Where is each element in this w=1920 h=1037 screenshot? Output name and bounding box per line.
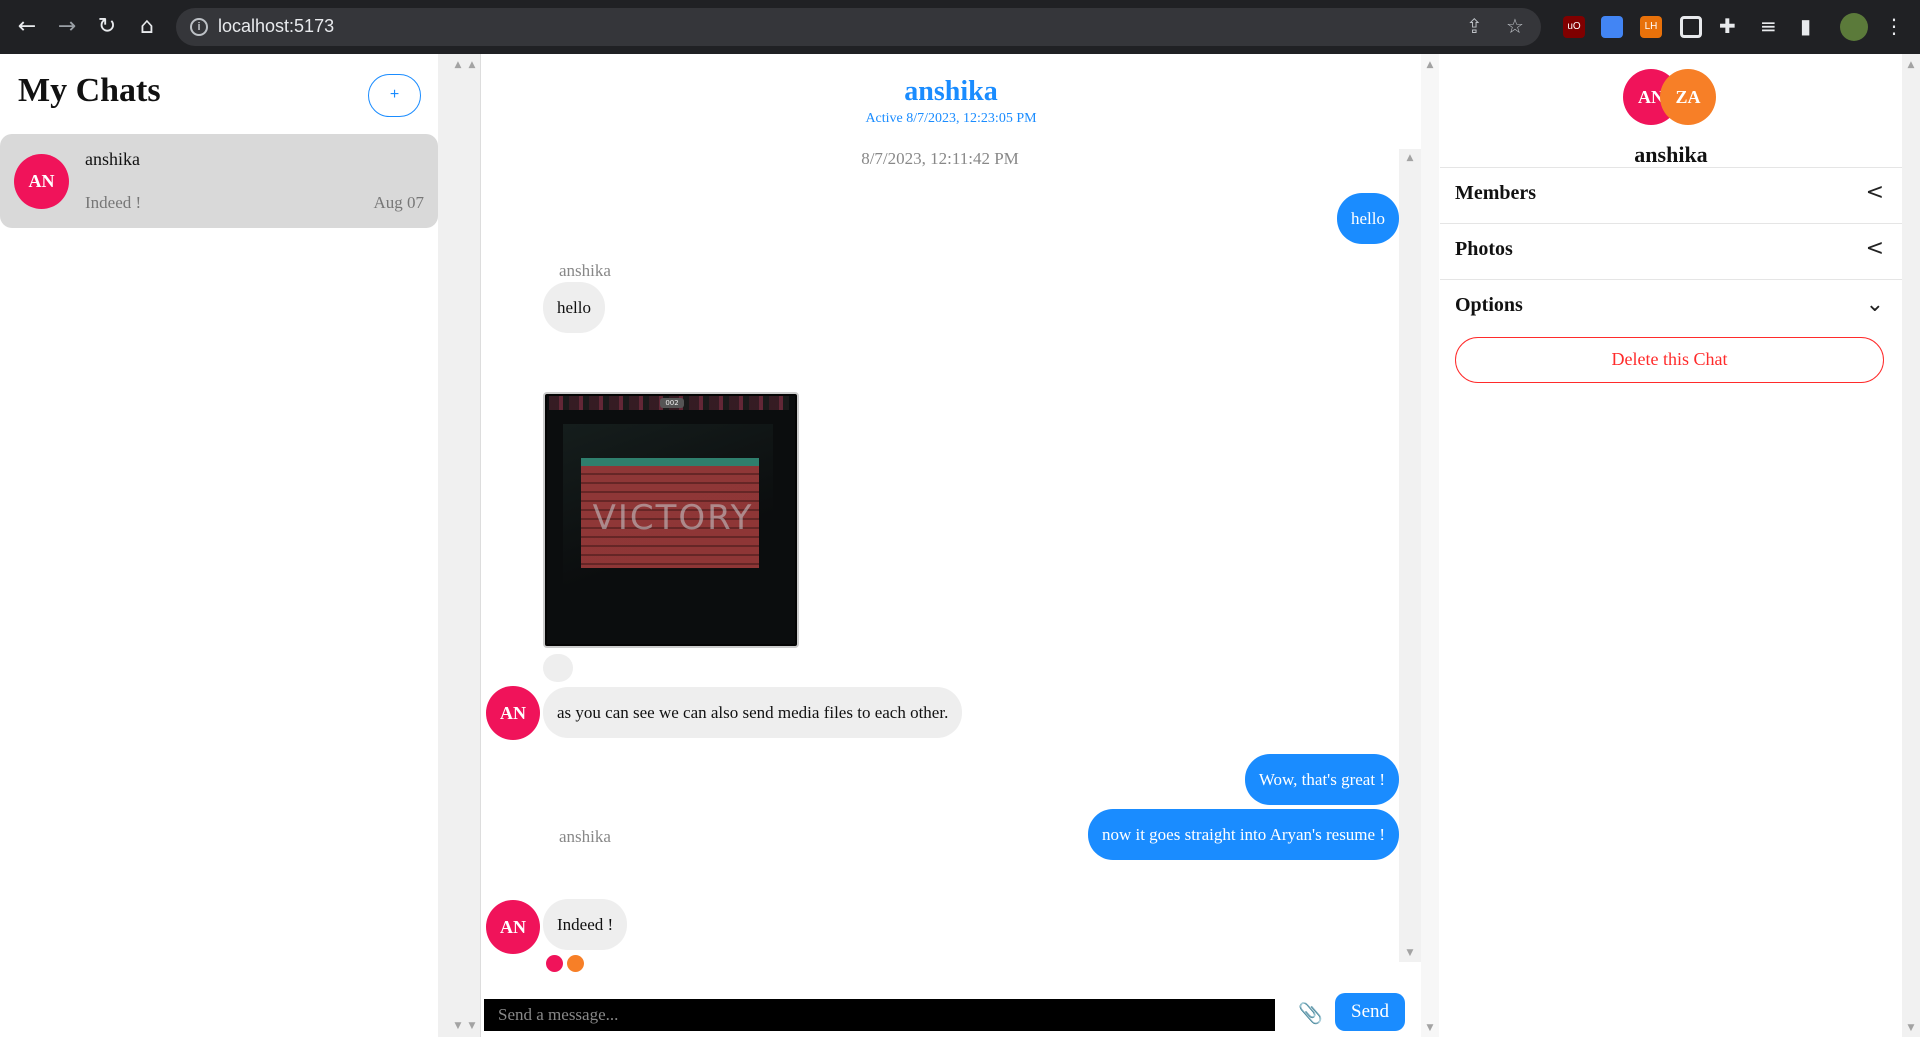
message-sender: anshika (559, 261, 611, 280)
chat-list-panel: My Chats + AN anshika Indeed ! Aug 07 (0, 54, 438, 1037)
chevron-down-icon[interactable]: ⌄ (1866, 292, 1884, 317)
send-button[interactable]: Send (1335, 993, 1405, 1031)
message-bubble-incoming: as you can see we can also send media fi… (543, 687, 963, 738)
chevron-left-icon[interactable]: < (1866, 180, 1884, 205)
message-timestamp: 8/7/2023, 12:11:42 PM (861, 149, 1019, 168)
message-bubble-outgoing: Wow, that's great ! (1244, 754, 1399, 805)
read-receipt-avatar (567, 955, 584, 972)
page-title: My Chats (18, 72, 161, 109)
browser-toolbar: ← → ↻ ⌂ i localhost:5173 ⇪ ☆ uO LH ✚ ≡ ▮… (0, 0, 1920, 54)
scroll-up-arrow-icon[interactable]: ▲ (1902, 58, 1920, 72)
image-scoreboard-header (581, 458, 759, 466)
address-bar[interactable]: i localhost:5173 ⇪ ☆ (176, 8, 1541, 46)
new-chat-button[interactable]: + (368, 74, 421, 117)
chat-panel: anshika Active 8/7/2023, 12:23:05 PM 8/7… (480, 54, 1439, 1037)
bookmark-extension-icon[interactable] (1601, 16, 1623, 38)
reload-icon[interactable]: ↻ (92, 12, 122, 42)
chat-name: anshika (85, 149, 140, 169)
scroll-up-arrow-icon[interactable]: ▲ (1399, 151, 1421, 165)
scroll-up-arrow-icon[interactable]: ▲ (462, 58, 482, 72)
profile-avatar[interactable] (1840, 13, 1868, 41)
message-bubble-incoming: hello (543, 282, 605, 333)
details-chat-name: anshika (1634, 142, 1708, 167)
message-composer: Send a message... 📎 Send (481, 993, 1439, 1037)
image-message[interactable]: 002 VICTORY (543, 392, 799, 648)
avatar: AN (486, 686, 540, 740)
scroll-up-arrow-icon[interactable]: ▲ (1421, 58, 1439, 72)
chevron-left-icon[interactable]: < (1866, 236, 1884, 261)
section-photos[interactable]: Photos < (1440, 223, 1902, 279)
last-message-date: Aug 07 (373, 193, 424, 212)
messages-scrollbar[interactable]: ▲ ▼ (1399, 149, 1421, 962)
chat-header-status: Active 8/7/2023, 12:23:05 PM (865, 111, 1037, 126)
empty-message-bubble (543, 654, 573, 682)
share-icon[interactable]: ⇪ (1466, 14, 1483, 38)
sidebar-scrollbar[interactable]: ▲ ▼ ▲ ▼ (438, 54, 480, 1037)
avatar: AN (14, 154, 69, 209)
message-input[interactable]: Send a message... (484, 999, 1275, 1031)
forward-icon[interactable]: → (52, 12, 82, 42)
attach-icon[interactable]: 📎 (1298, 1001, 1323, 1025)
avatar: ZA (1660, 69, 1716, 125)
scroll-down-arrow-icon[interactable]: ▼ (1399, 946, 1421, 960)
message-bubble-outgoing: now it goes straight into Aryan's resume… (1087, 809, 1399, 860)
delete-chat-button[interactable]: Delete this Chat (1455, 337, 1884, 383)
message-bubble-incoming: Indeed ! (543, 899, 628, 950)
image-caption: VICTORY (592, 498, 754, 538)
url-text[interactable]: localhost:5173 (218, 16, 334, 37)
page-scrollbar[interactable]: ▲ ▼ (1902, 54, 1920, 1037)
window-extension-icon[interactable] (1680, 16, 1702, 38)
section-options[interactable]: Options ⌄ (1440, 279, 1902, 335)
message-list: 8/7/2023, 12:11:42 PM hello anshika hell… (481, 149, 1399, 972)
scroll-down-arrow-icon[interactable]: ▼ (462, 1019, 482, 1033)
image-badge: 002 (660, 398, 684, 408)
menu-icon[interactable]: ⋮ (1884, 14, 1904, 38)
lighthouse-extension-icon[interactable]: LH (1640, 16, 1662, 38)
section-members[interactable]: Members < (1440, 167, 1902, 223)
chat-panel-scrollbar[interactable]: ▲ ▼ (1421, 54, 1439, 1037)
bookmark-star-icon[interactable]: ☆ (1506, 14, 1524, 38)
section-label: Options (1455, 294, 1523, 316)
message-sender: anshika (559, 827, 611, 846)
last-message-preview: Indeed ! (85, 193, 142, 212)
scroll-down-arrow-icon[interactable]: ▼ (1902, 1021, 1920, 1035)
ublock-extension-icon[interactable]: uO (1563, 16, 1585, 38)
side-panel-icon[interactable]: ▮ (1800, 14, 1811, 38)
message-bubble-outgoing: hello (1337, 193, 1399, 244)
section-label: Members (1455, 182, 1537, 204)
section-label: Photos (1455, 238, 1513, 260)
chat-list-item[interactable]: AN anshika Indeed ! Aug 07 (0, 134, 438, 228)
chat-header-name: anshika (904, 76, 998, 107)
site-info-icon[interactable]: i (190, 18, 208, 36)
puzzle-icon[interactable]: ✚ (1719, 14, 1736, 38)
back-icon[interactable]: ← (12, 12, 42, 42)
chat-details-panel: AN ZA anshika Members < Photos < Options… (1440, 54, 1902, 1037)
media-control-icon[interactable]: ≡ (1760, 14, 1777, 38)
home-icon[interactable]: ⌂ (132, 12, 162, 42)
read-receipt-avatar (546, 955, 563, 972)
avatar: AN (486, 900, 540, 954)
